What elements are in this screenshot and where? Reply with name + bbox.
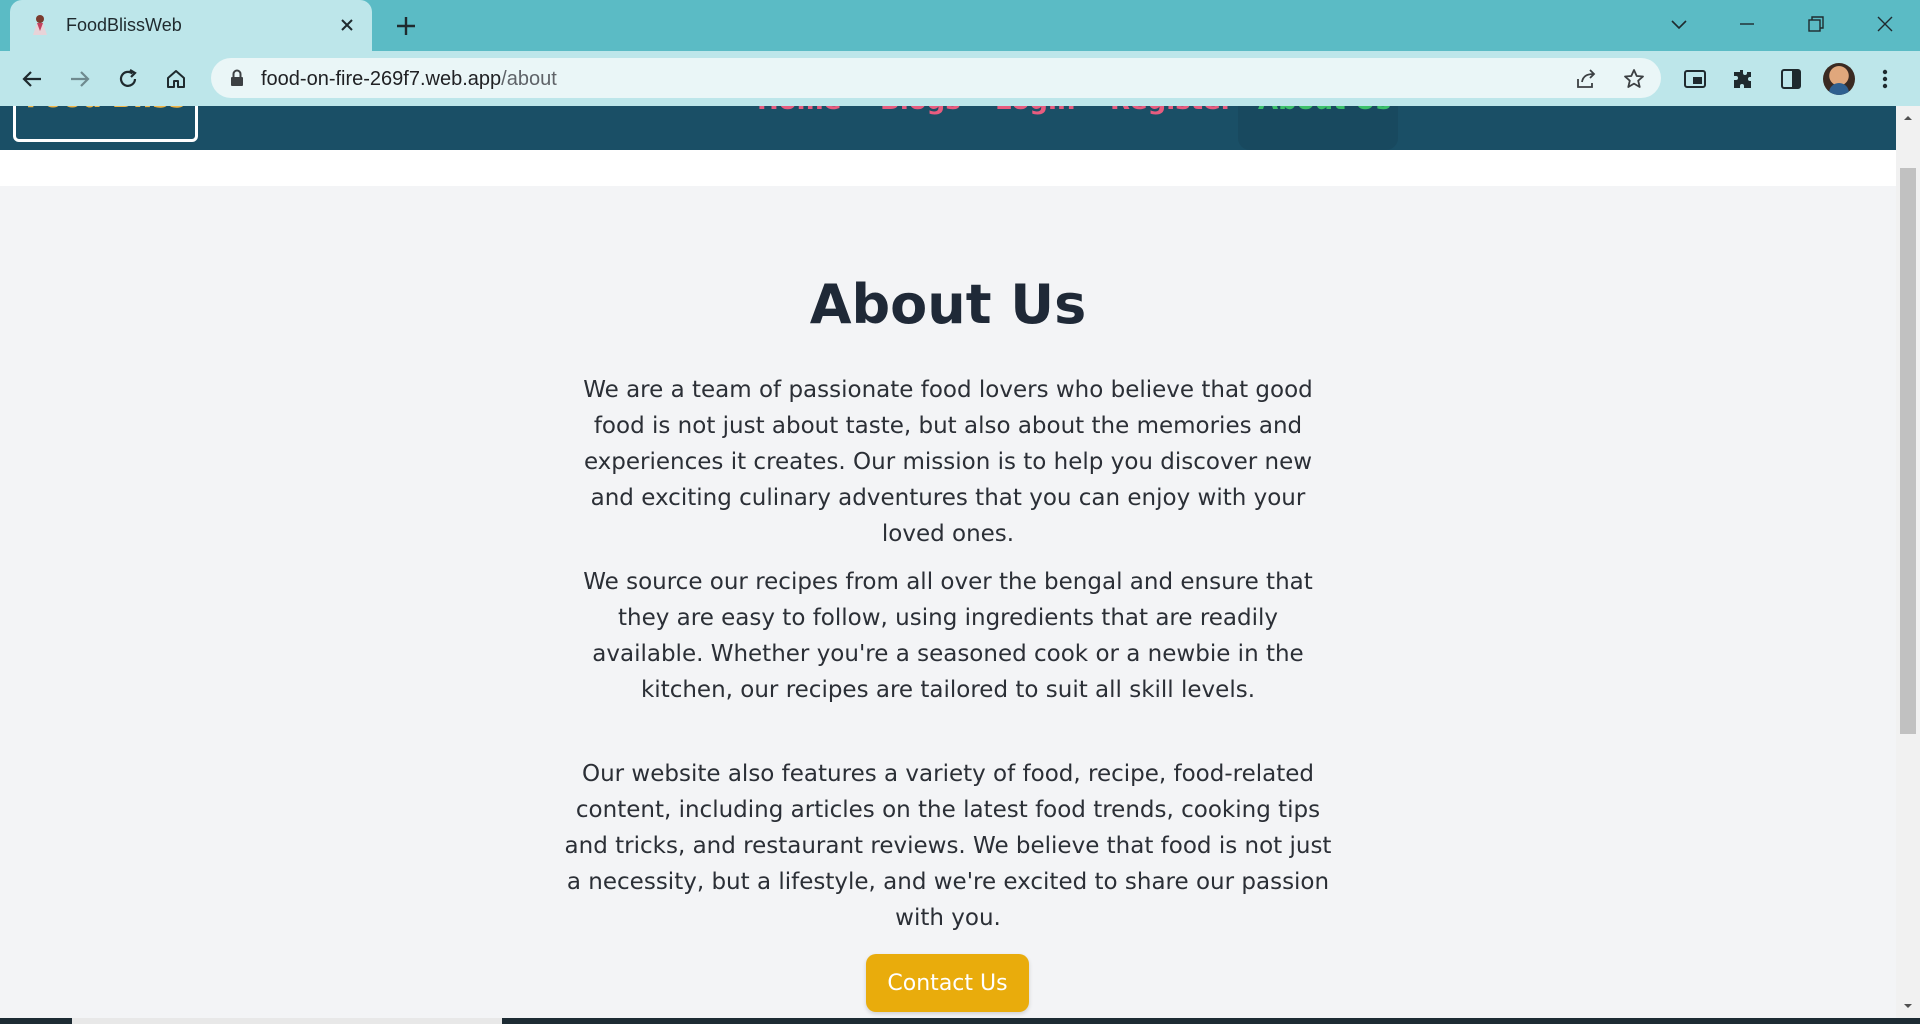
side-panel-icon[interactable] (1776, 64, 1806, 94)
address-bar[interactable]: food-on-fire-269f7.web.app/about (211, 58, 1661, 98)
logo-text: Food Bliss (16, 106, 195, 114)
contact-us-button[interactable]: Contact Us (866, 954, 1029, 1012)
tab-title: FoodBlissWeb (66, 15, 182, 35)
forward-icon[interactable] (64, 63, 96, 95)
taskbar-strip (0, 1018, 1920, 1024)
menu-icon[interactable] (1870, 64, 1900, 94)
taskbar-segment (72, 1018, 502, 1024)
plus-icon[interactable] (390, 12, 422, 40)
page-title: About Us (809, 273, 1087, 336)
restore-icon[interactable] (1800, 10, 1832, 38)
lock-icon[interactable] (227, 68, 247, 88)
browser-tab-bar: FoodBlissWeb (0, 0, 1920, 51)
back-icon[interactable] (16, 63, 48, 95)
browser-toolbar: food-on-fire-269f7.web.app/about (0, 51, 1920, 106)
nav-register[interactable]: Register (1110, 106, 1234, 116)
picture-in-picture-icon[interactable] (1680, 64, 1710, 94)
close-icon[interactable] (334, 12, 360, 38)
nav-blogs[interactable]: Blogs (880, 106, 961, 116)
browser-tab[interactable]: FoodBlissWeb (10, 0, 372, 51)
star-icon[interactable] (1621, 66, 1647, 92)
profile-avatar[interactable] (1823, 63, 1855, 95)
about-paragraph-1: We are a team of passionate food lovers … (583, 377, 1313, 547)
vertical-scrollbar[interactable] (1896, 106, 1920, 1018)
extensions-icon[interactable] (1728, 64, 1758, 94)
page-viewport: Food Bliss Home Blogs Login Register Abo… (0, 106, 1896, 1018)
site-logo[interactable]: Food Bliss (13, 106, 198, 142)
home-icon[interactable] (160, 63, 192, 95)
minimize-icon[interactable] (1731, 10, 1763, 38)
header-spacer (0, 150, 1896, 186)
nav-login[interactable]: Login (995, 106, 1075, 116)
window-close-icon[interactable] (1869, 10, 1901, 38)
about-paragraph-3: Our website also features a variety of f… (564, 761, 1332, 931)
about-paragraph-2: We source our recipes from all over the … (583, 569, 1313, 703)
url-text[interactable]: food-on-fire-269f7.web.app/about (261, 68, 557, 91)
scroll-up-icon[interactable] (1902, 112, 1914, 124)
scrollbar-thumb[interactable] (1900, 168, 1916, 734)
nav-about[interactable]: About Us (1258, 106, 1391, 116)
share-icon[interactable] (1573, 66, 1599, 92)
favicon-icon (28, 13, 52, 37)
reload-icon[interactable] (112, 63, 144, 95)
site-header: Food Bliss Home Blogs Login Register Abo… (0, 106, 1896, 150)
chevron-down-icon[interactable] (1663, 10, 1695, 38)
scroll-down-icon[interactable] (1902, 1000, 1914, 1012)
url-path: /about (501, 68, 557, 90)
nav-home[interactable]: Home (757, 106, 841, 116)
url-host: food-on-fire-269f7.web.app (261, 68, 502, 90)
